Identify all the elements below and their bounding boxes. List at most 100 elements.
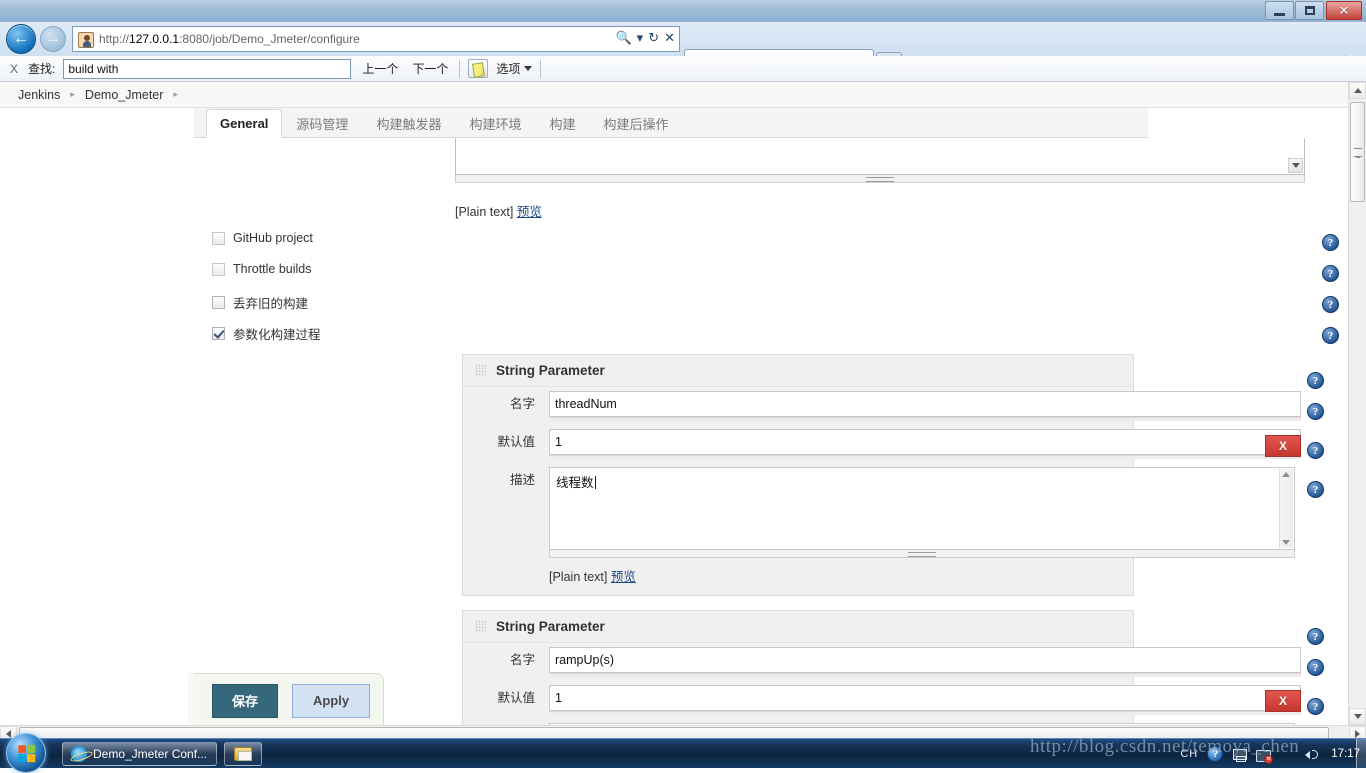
address-bar-text: http://127.0.0.1:8080/job/Demo_Jmeter/co…: [99, 31, 360, 48]
save-button[interactable]: 保存: [212, 683, 278, 718]
windows-taskbar: Demo_Jmeter Conf... CH ? ✕ 17:17: [0, 733, 1366, 773]
find-next-button[interactable]: 下一个: [409, 60, 451, 77]
parameter-1-description-row: 描述 线程数: [463, 463, 1295, 562]
find-divider: [459, 59, 461, 78]
tab-build[interactable]: 构建: [535, 108, 589, 137]
taskbar-item-file-explorer[interactable]: [224, 742, 262, 766]
tab-scm[interactable]: 源码管理: [282, 108, 362, 137]
checkbox-discard-old-builds[interactable]: [212, 296, 225, 309]
parameter-block-2-title: String Parameter: [496, 619, 605, 634]
textarea-scrollbar[interactable]: [1279, 469, 1293, 548]
checkbox-row-github-project[interactable]: GitHub project: [212, 231, 313, 245]
parameter-2-name-label: 名字: [509, 653, 535, 667]
job-description-resize-handle[interactable]: [455, 175, 1305, 183]
parameter-1-description-resize-handle[interactable]: [549, 550, 1295, 558]
scroll-down-button[interactable]: [1349, 708, 1366, 725]
checkbox-row-discard-old-builds[interactable]: 丢弃旧的构建: [212, 293, 308, 312]
parameter-1-default-input[interactable]: [549, 429, 1301, 455]
forward-button[interactable]: →: [40, 26, 66, 52]
job-description-textarea[interactable]: [455, 138, 1305, 175]
parameter-1-name-input[interactable]: [549, 391, 1301, 417]
textarea-scroll-down-icon[interactable]: [1288, 158, 1303, 173]
scroll-up-button[interactable]: [1349, 82, 1366, 99]
tab-build-triggers[interactable]: 构建触发器: [362, 108, 455, 137]
tab-build-environment[interactable]: 构建环境: [455, 108, 535, 137]
refresh-icon[interactable]: ↻: [648, 30, 659, 46]
find-options-button[interactable]: 选项: [496, 60, 533, 77]
drag-handle-icon[interactable]: [475, 364, 486, 377]
address-host: 127.0.0.1: [129, 32, 180, 46]
address-bar[interactable]: http://127.0.0.1:8080/job/Demo_Jmeter/co…: [72, 26, 680, 52]
window-minimize-button[interactable]: [1265, 1, 1294, 20]
page-favicon-icon: [78, 32, 94, 48]
highlighter-icon[interactable]: [468, 59, 489, 78]
parameter-1-default-row: 默认值: [463, 425, 1301, 463]
start-button[interactable]: [6, 733, 46, 773]
checkbox-label-github-project: GitHub project: [233, 231, 313, 245]
checkbox-label-throttle-builds: Throttle builds: [233, 262, 312, 276]
breadcrumb-item-job[interactable]: Demo_Jmeter: [85, 88, 164, 102]
network-error-badge: ✕: [1264, 754, 1274, 764]
tab-general[interactable]: General: [206, 109, 283, 138]
checkbox-github-project[interactable]: [212, 231, 225, 245]
help-icon-parameter-1-default[interactable]: ?: [1307, 442, 1324, 459]
help-icon-parameter-1-name[interactable]: ?: [1307, 403, 1324, 420]
help-icon-throttle-builds[interactable]: ?: [1322, 265, 1339, 282]
scroll-down-icon[interactable]: [1282, 540, 1290, 545]
show-desktop-button[interactable]: [1356, 739, 1366, 769]
breadcrumb-item-jenkins[interactable]: Jenkins: [18, 88, 60, 102]
parameter-1-name-label: 名字: [509, 397, 535, 411]
help-icon-parameterized-build[interactable]: ?: [1322, 327, 1339, 344]
help-icon-parameter-2-default[interactable]: ?: [1307, 698, 1324, 715]
page-vertical-scrollbar[interactable]: [1348, 82, 1366, 725]
taskbar-item-internet-explorer[interactable]: Demo_Jmeter Conf...: [62, 742, 217, 766]
search-icon[interactable]: 🔍: [615, 30, 631, 46]
preview-link[interactable]: 预览: [611, 570, 636, 584]
parameter-block-2: String Parameter 名字 默认值 描述: [462, 610, 1301, 725]
parameter-2-name-input[interactable]: [549, 647, 1301, 673]
address-protocol: http://: [99, 32, 130, 46]
parameter-2-delete-button[interactable]: X: [1265, 690, 1301, 712]
apply-button[interactable]: Apply: [292, 683, 370, 718]
vertical-scrollbar-thumb[interactable]: [1350, 102, 1365, 202]
checkbox-label-discard-old-builds: 丢弃旧的构建: [233, 297, 309, 311]
page-viewport: Jenkins ▸ Demo_Jmeter ▸ General 源码管理 构建触…: [0, 82, 1366, 725]
help-icon-parameter-1-type[interactable]: ?: [1307, 372, 1324, 389]
back-button[interactable]: ←: [6, 24, 36, 54]
config-tabbar: General 源码管理 构建触发器 构建环境 构建 构建后操作: [206, 108, 1148, 138]
scroll-up-icon[interactable]: [1282, 472, 1290, 477]
window-close-button[interactable]: ✕: [1326, 1, 1362, 20]
display-icon[interactable]: [1280, 747, 1295, 762]
find-close-icon[interactable]: X: [8, 62, 20, 76]
tray-help-icon[interactable]: ?: [1207, 746, 1224, 762]
ime-indicator[interactable]: CH: [1180, 748, 1198, 760]
checkbox-parameterized-build[interactable]: [212, 327, 225, 340]
preview-link[interactable]: 预览: [517, 205, 542, 219]
checkbox-throttle-builds[interactable]: [212, 262, 225, 276]
network-icon[interactable]: ✕: [1256, 747, 1274, 764]
find-input[interactable]: [63, 58, 352, 79]
help-icon-parameter-2-name[interactable]: ?: [1307, 659, 1324, 676]
stop-icon[interactable]: ✕: [664, 30, 675, 46]
parameter-1-default-label: 默认值: [497, 435, 535, 449]
parameter-2-default-input[interactable]: [549, 685, 1301, 711]
internet-explorer-icon: [71, 746, 87, 762]
help-icon-discard-old-builds[interactable]: ?: [1322, 296, 1339, 313]
drag-handle-icon[interactable]: [475, 620, 486, 633]
window-maximize-button[interactable]: [1295, 1, 1324, 20]
chevron-down-icon[interactable]: ▾: [637, 30, 644, 46]
text-cursor: [594, 476, 596, 489]
help-icon-github-project[interactable]: ?: [1322, 234, 1339, 251]
parameter-1-description-textarea[interactable]: 线程数: [549, 467, 1295, 550]
checkbox-row-parameterized-build[interactable]: 参数化构建过程: [212, 324, 321, 343]
help-icon-parameter-1-description[interactable]: ?: [1307, 481, 1324, 498]
tray-show-hidden-icon[interactable]: [1232, 747, 1248, 762]
find-previous-button[interactable]: 上一个: [359, 60, 401, 77]
checkbox-row-throttle-builds[interactable]: Throttle builds: [212, 262, 312, 276]
address-bar-tools: 🔍 ▾ ↻ ✕: [615, 30, 675, 46]
parameter-1-description-label: 描述: [509, 473, 535, 487]
parameter-1-delete-button[interactable]: X: [1265, 435, 1301, 457]
volume-icon[interactable]: [1304, 747, 1320, 762]
tab-post-build-actions[interactable]: 构建后操作: [589, 108, 682, 137]
help-icon-parameter-2-type[interactable]: ?: [1307, 628, 1324, 645]
